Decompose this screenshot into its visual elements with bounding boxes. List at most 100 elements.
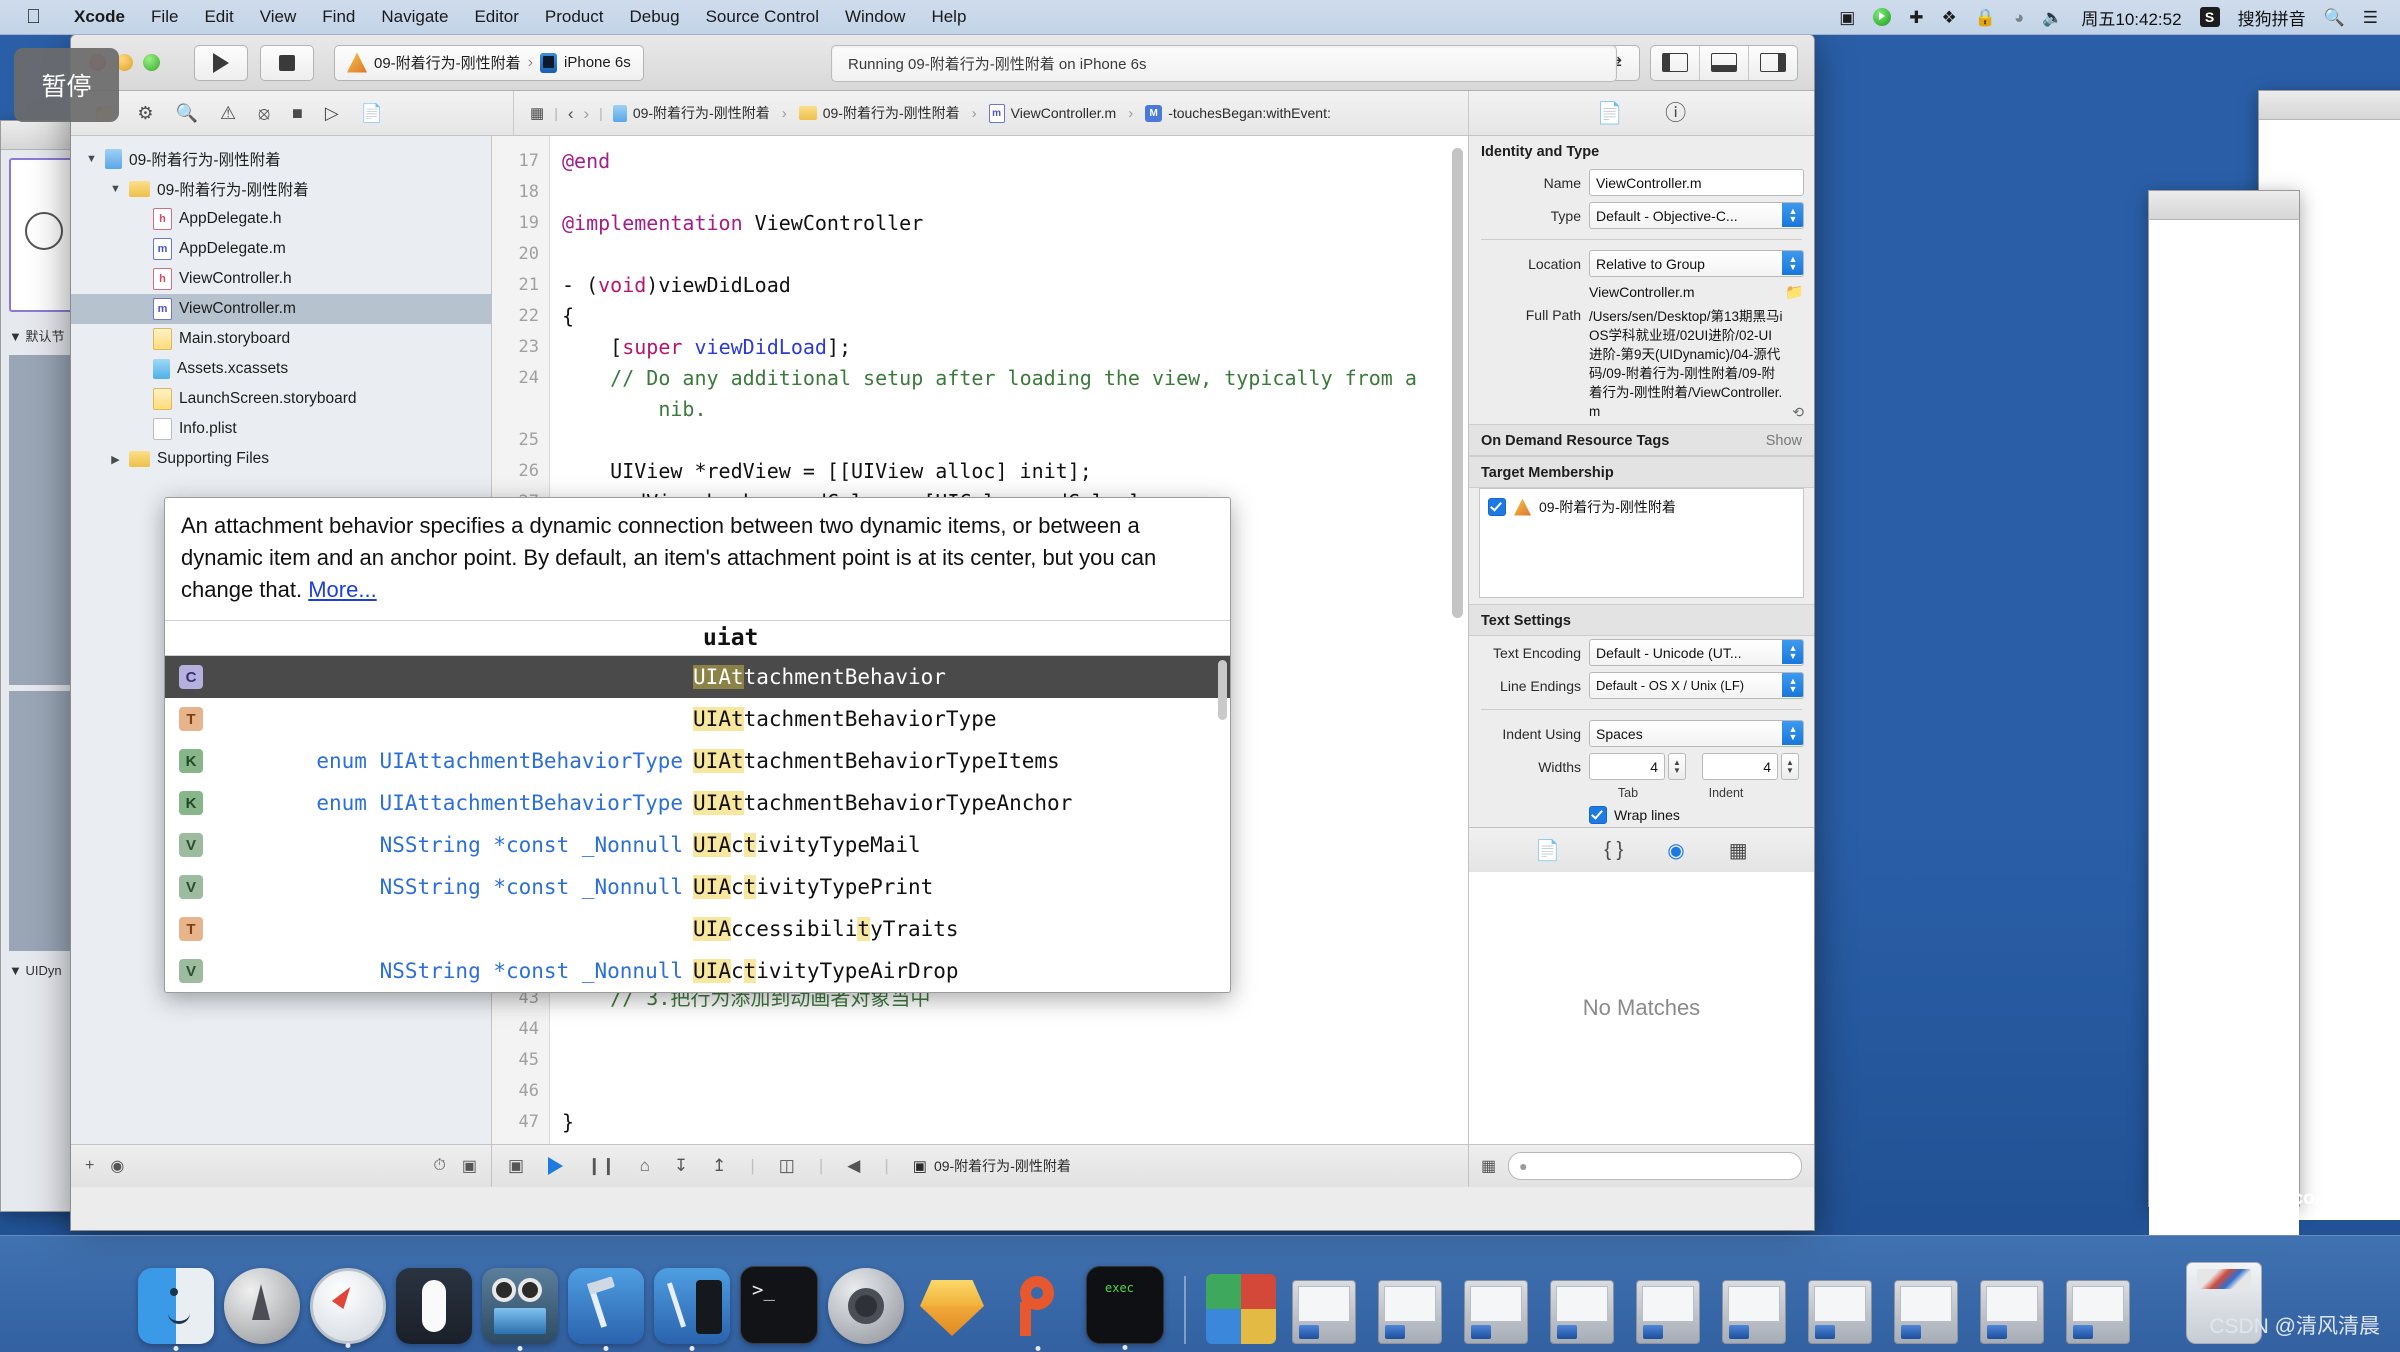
odr-show-link[interactable]: Show [1766,433,1802,449]
background-secondary-window[interactable] [2148,190,2300,1207]
search-icon[interactable]: 🔍 [2324,9,2345,26]
completion-more-link[interactable]: More... [308,577,376,602]
completion-item-selected[interactable]: CUIAttachmentBehavior [165,656,1230,698]
library-layout-icon[interactable]: ▦ [1481,1156,1496,1176]
airplane-icon[interactable]: ✚ [1909,9,1923,26]
media-library-icon[interactable]: ▦ [1729,838,1748,863]
file-tree-item[interactable]: hAppDelegate.h [71,204,491,234]
related-files-icon[interactable]: ▦ [530,106,544,121]
menu-item-help[interactable]: Help [918,7,979,27]
completion-item[interactable]: Kenum UIAttachmentBehaviorTypeUIAttachme… [165,782,1230,824]
warning-icon[interactable]: ⚠ [220,104,236,122]
tab-width-input[interactable]: 4 [1589,753,1665,780]
search-icon[interactable]: 🔍 [176,104,198,122]
menu-item-xcode[interactable]: Xcode [61,7,138,27]
file-tree-item[interactable]: Main.storyboard [71,324,491,354]
test-icon[interactable]: ⦻ [258,104,270,122]
file-tree-item[interactable]: hViewController.h [71,264,491,294]
continue-icon[interactable] [548,1157,563,1175]
dock-minimized-4[interactable] [1550,1268,1626,1344]
input-method-label[interactable]: 搜狗拼音 [2238,5,2306,30]
dock-minimized-10[interactable] [2066,1268,2142,1344]
menu-item-editor[interactable]: Editor [461,7,531,27]
menu-item-product[interactable]: Product [532,7,617,27]
dock-minimized-2[interactable] [1378,1268,1454,1344]
menu-item-find[interactable]: Find [309,7,368,27]
editor-scrollbar[interactable] [1452,148,1463,618]
file-inspector-icon[interactable]: 📄 [1597,103,1623,124]
library-search-input[interactable]: ● [1508,1152,1802,1180]
chevron-updown-icon[interactable]: ▲▼ [1782,639,1804,664]
debug-area-toggle-button[interactable] [1700,46,1749,80]
code-completion-popup[interactable]: An attachment behavior specifies a dynam… [164,497,1231,993]
dock-minimized-8[interactable] [1894,1268,1970,1344]
report-icon[interactable]: 📄 [361,104,383,122]
menu-item-source-control[interactable]: Source Control [693,7,832,27]
dock-item-system-preferences[interactable] [828,1268,904,1344]
file-template-library-icon[interactable]: 📄 [1535,838,1560,863]
completion-item[interactable]: VNSString *const _NonnullUIActivityTypeP… [165,866,1230,908]
dock-minimized-7[interactable] [1808,1268,1884,1344]
dock-minimized-9[interactable] [1980,1268,2056,1344]
activity-status-bar[interactable]: Running 09-附着行为-刚性附着 on iPhone 6s [831,45,1617,82]
completion-list[interactable]: CUIAttachmentBehaviorTUIAttachmentBehavi… [165,656,1230,992]
dock-minimized-5[interactable] [1636,1268,1712,1344]
dock-item-terminal[interactable]: >_ [740,1266,818,1344]
recent-files-icon[interactable]: ⏱ [433,1157,445,1175]
chevron-updown-icon[interactable]: ▲▼ [1782,250,1804,275]
breadcrumb-file[interactable]: m ViewController.m [989,104,1117,123]
breakpoint-icon[interactable]: ▷ [325,104,339,122]
code-snippet-library-icon[interactable]: { } [1604,839,1623,862]
choose-folder-icon[interactable]: 📁 [1785,283,1804,301]
add-icon[interactable]: + [85,1157,94,1175]
apple-logo-icon[interactable]:  [26,7,41,27]
dock-item-xcode-beta[interactable] [654,1268,730,1344]
target-membership-row[interactable]: 09-附着行为-刚性附着 [1488,497,1795,517]
dock-item-imovie[interactable] [482,1268,558,1344]
tab-width-stepper[interactable]: ▲▼ [1668,753,1686,780]
player-icon[interactable] [1873,8,1891,26]
completion-item[interactable]: Kenum UIAttachmentBehaviorTypeUIAttachme… [165,740,1230,782]
target-checkbox[interactable] [1488,498,1506,516]
breadcrumb-project[interactable]: 09-附着行为-刚性附着 [613,103,770,123]
back-button[interactable]: ‹ [568,105,574,122]
breadcrumb-method[interactable]: M -touchesBegan:withEvent: [1145,105,1331,122]
navigate-icon[interactable]: ◀ [847,1156,860,1176]
breadcrumb-folder[interactable]: 09-附着行为-刚性附着 [799,103,960,123]
dock-item-xcode[interactable] [568,1268,644,1344]
wifi-icon[interactable]: ◕ [2014,9,2024,26]
object-library-icon[interactable]: ◉ [1667,838,1684,863]
completion-item[interactable]: TUIAttachmentBehaviorType [165,698,1230,740]
dock-item-paw[interactable] [1000,1268,1076,1344]
chevron-updown-icon[interactable]: ▲▼ [1782,202,1804,227]
file-tree-item[interactable]: Assets.xcassets [71,354,491,384]
reveal-in-finder-icon[interactable]: ⟲ [1792,404,1804,421]
line-endings-select[interactable]: Default - OS X / Unix (LF) ▲▼ [1589,672,1804,699]
file-tree-item[interactable]: ▼09-附着行为-刚性附着 [71,174,491,204]
dock-item-finder[interactable] [138,1268,214,1344]
menu-item-edit[interactable]: Edit [191,7,246,27]
quick-help-icon[interactable]: ⓘ [1665,103,1686,124]
scheme-selector[interactable]: 09-附着行为-刚性附着 › iPhone 6s [334,45,644,81]
encoding-select[interactable]: Default - Unicode (UT... ▲▼ [1589,639,1804,666]
disclosure-triangle-icon[interactable]: ▼ [85,153,98,165]
wrap-lines-checkbox[interactable] [1589,806,1607,824]
notification-center-icon[interactable]: ☰ [2363,9,2378,26]
dock-item-minimized-window[interactable] [1206,1268,1282,1344]
zoom-button[interactable] [143,54,160,71]
dock-item-launchpad[interactable] [224,1268,300,1344]
indent-width-stepper[interactable]: ▲▼ [1781,753,1799,780]
source-control-icon[interactable]: ⚙ [137,104,153,122]
file-tree-item[interactable]: ▶Supporting Files [71,444,491,474]
dock-item-exec[interactable]: exec [1086,1266,1164,1344]
file-tree-item[interactable]: Info.plist [71,414,491,444]
menubar-clock[interactable]: 周五10:42:52 [2081,5,2181,30]
step-into-icon[interactable]: ↧ [674,1156,688,1176]
step-out-icon[interactable]: ↥ [712,1156,726,1176]
completion-scrollbar[interactable] [1218,660,1227,720]
volume-icon[interactable]: 🔈 [2042,9,2063,26]
forward-button[interactable]: › [584,105,590,122]
menu-item-window[interactable]: Window [832,7,918,27]
debug-process-crumb[interactable]: ▣ 09-附着行为-刚性附着 [913,1156,1071,1176]
disclosure-triangle-icon[interactable]: ▼ [109,183,122,195]
